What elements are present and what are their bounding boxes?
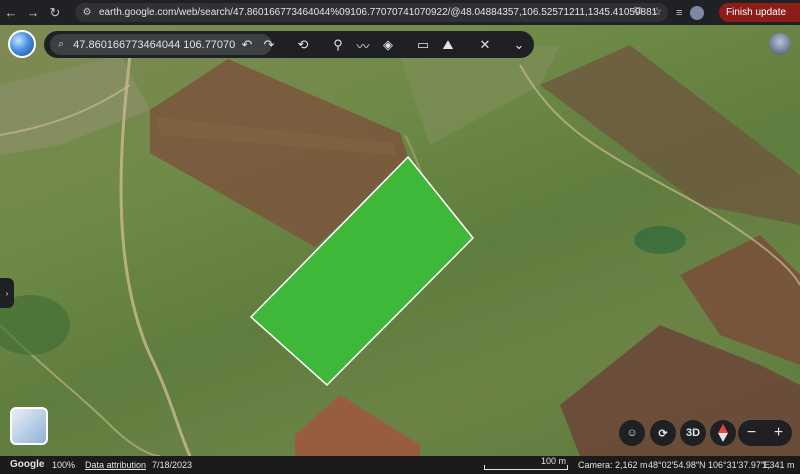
finish-update-button[interactable]: Finish update: [719, 3, 800, 22]
undo-icon[interactable]: ↶: [238, 36, 256, 54]
zoom-in-button[interactable]: +: [774, 424, 783, 442]
history-icon[interactable]: ⟲: [294, 36, 312, 54]
cursor-coordinates: 48°02′54.98″N 106°31′37.97″E: [648, 460, 771, 470]
path-icon[interactable]: 〰: [354, 36, 372, 54]
reload-icon[interactable]: ↻: [44, 0, 66, 25]
status-bar: Google 100% Data attribution 7/18/2023 1…: [0, 456, 800, 474]
back-icon[interactable]: ←: [0, 0, 22, 25]
map-imagery: [0, 45, 800, 456]
field-light-top: [400, 45, 560, 145]
google-brand: Google: [10, 459, 45, 470]
tools-icon[interactable]: ✕: [476, 36, 494, 54]
earth-toolbar: ⌕ 47.860166773464044 106.77070 ↶ ↷ ⟲ ⚲ 〰…: [44, 31, 534, 58]
redo-icon[interactable]: ↷: [260, 36, 278, 54]
field-brown-bottom: [295, 395, 420, 456]
google-earth-logo-icon[interactable]: [8, 30, 36, 58]
expand-panel-chevron-icon[interactable]: ›: [0, 278, 14, 308]
reading-list-icon[interactable]: ≡: [676, 7, 682, 19]
3d-toggle-button[interactable]: 3D: [680, 420, 706, 446]
install-app-icon[interactable]: ⧉: [634, 5, 642, 18]
map-style-thumbnail[interactable]: [10, 407, 48, 445]
chevron-down-icon[interactable]: ⌄: [510, 36, 528, 54]
site-info-icon[interactable]: ⚙: [81, 7, 93, 19]
scale-bar: [484, 465, 568, 470]
profile-avatar[interactable]: [690, 5, 705, 20]
user-avatar[interactable]: [769, 33, 791, 55]
zoom-out-button[interactable]: −: [747, 424, 756, 442]
browser-bar: ← → ↻ ⚙ earth.google.com/web/search/47.8…: [0, 0, 800, 25]
data-attribution-link[interactable]: Data attribution: [85, 460, 146, 470]
field-brown-right: [540, 45, 800, 225]
forward-icon[interactable]: →: [22, 0, 44, 25]
zoom-controls: − +: [738, 420, 792, 446]
search-input-value: 47.860166773464044 106.77070: [73, 38, 236, 51]
camera-altitude: Camera: 2,162 m: [578, 460, 648, 470]
elevation: 1,341 m: [762, 460, 795, 470]
bookmark-star-icon[interactable]: ☆: [652, 5, 662, 18]
compass-icon[interactable]: [710, 420, 736, 446]
image-icon[interactable]: ⛰: [439, 36, 457, 54]
measure-icon[interactable]: ▭: [414, 36, 432, 54]
imagery-date: 7/18/2023: [152, 460, 193, 470]
rotate-view-icon[interactable]: ⟳: [650, 420, 676, 446]
placemark-icon[interactable]: ⚲: [329, 36, 347, 54]
search-icon[interactable]: ⌕: [58, 38, 64, 51]
zoom-percent: 100%: [52, 460, 76, 470]
vegetation-patch: [634, 226, 686, 254]
url-text: earth.google.com/web/search/47.860166773…: [99, 7, 658, 18]
address-bar[interactable]: ⚙ earth.google.com/web/search/47.8601667…: [75, 3, 668, 22]
layers-icon[interactable]: ◈: [379, 36, 397, 54]
satellite-map[interactable]: ›: [0, 25, 800, 456]
pegman-icon[interactable]: ☺: [619, 420, 645, 446]
